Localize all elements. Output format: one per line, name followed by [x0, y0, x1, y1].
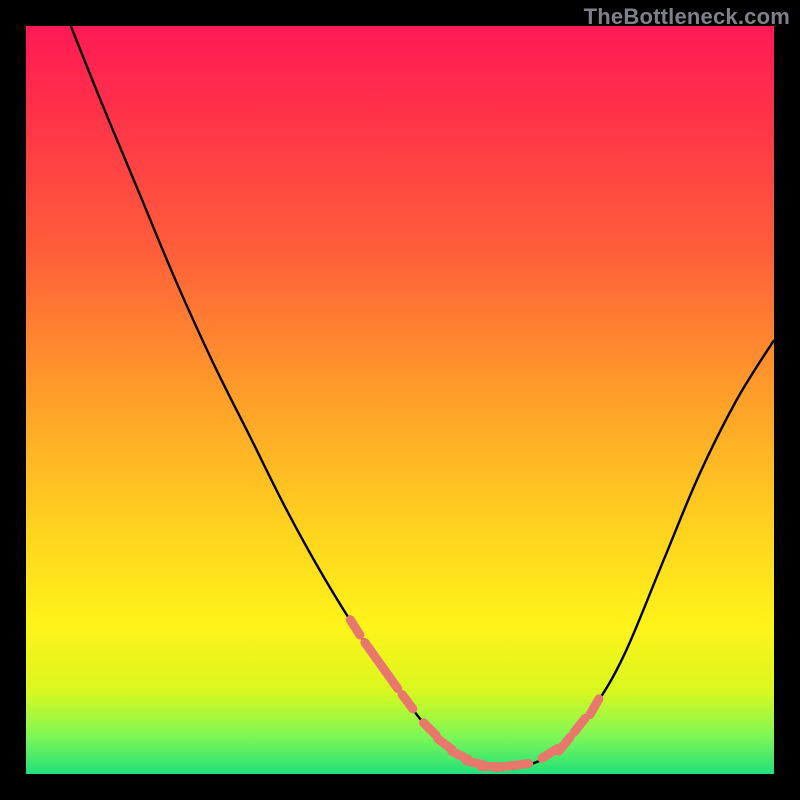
curve-marker	[402, 694, 413, 708]
bottleneck-curve	[26, 26, 774, 774]
plot-area	[26, 26, 774, 774]
curve-marker	[559, 737, 570, 751]
curve-marker	[511, 764, 529, 766]
curve-marker	[590, 699, 599, 715]
curve-marker	[574, 718, 585, 732]
chart-stage: TheBottleneck.com	[0, 0, 800, 800]
curve-marker	[387, 674, 397, 689]
curve-marker	[350, 620, 360, 635]
curve-marker	[424, 723, 437, 736]
